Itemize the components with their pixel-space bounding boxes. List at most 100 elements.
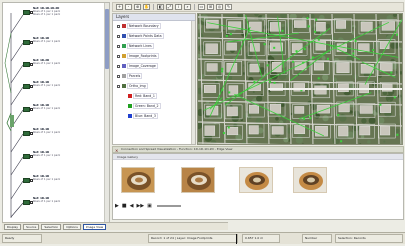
layer-label: Image_Coverage <box>127 63 158 69</box>
aerial-image <box>198 14 402 144</box>
layer-swatch-icon <box>128 94 132 98</box>
toolbar-button[interactable]: ✎ <box>225 4 232 10</box>
layer-swatch-icon <box>122 24 126 28</box>
legend-row[interactable]: Image_Footprints <box>113 51 195 61</box>
toolbar-button[interactable]: ◧ <box>157 4 164 10</box>
layer-visibility-checkbox[interactable] <box>117 54 120 58</box>
node-square-icon <box>30 155 33 158</box>
tree-node[interactable]: Net: 1D-1D Rows of 1 per 1 pack <box>23 197 101 223</box>
tree-scrollbar[interactable] <box>104 3 109 223</box>
node-square-icon <box>30 11 33 14</box>
toolbar-button[interactable]: ⌕ <box>184 4 191 10</box>
bottom-tab[interactable]: Options <box>63 223 81 230</box>
photo-thumbnail[interactable] <box>239 167 273 193</box>
layer-visibility-checkbox[interactable] <box>117 44 120 48</box>
network-tree-pane[interactable]: Net: 1D-1D-1D-2D Rows of 1 per 1 pack Rows… <box>2 2 110 224</box>
stop-icon[interactable]: ■ <box>122 203 127 209</box>
toolbar-button[interactable]: ⊞ <box>207 4 214 10</box>
legend-title: Layers <box>113 14 195 21</box>
layer-visibility-checkbox[interactable] <box>117 84 120 88</box>
legend-row[interactable]: Green: Band_2 <box>113 101 195 111</box>
layer-label: Ortho_img <box>127 83 148 89</box>
photo-image <box>182 168 214 192</box>
close-icon[interactable]: × <box>115 148 118 153</box>
node-square-icon <box>30 41 33 44</box>
status-number: Number <box>302 234 332 243</box>
visualization-tab[interactable]: × Connection and Spread Visualization - … <box>112 146 404 153</box>
legend-row[interactable]: Parcels <box>113 71 195 81</box>
photo-thumbnail[interactable] <box>121 167 155 193</box>
tree-node-subtext: Rows of 1 per 1 pack <box>33 200 61 204</box>
layer-legend-pane[interactable]: Layers Network Boundary Network Points Da… <box>112 13 196 145</box>
layer-swatch-icon <box>128 104 132 108</box>
layer-swatch-icon <box>122 34 126 38</box>
photo-image <box>294 168 326 192</box>
main-toolbar: + - ⊕ ✋ ◧ ⤢ i ⌕ ▭ ⊞ ◎ ✎ <box>112 2 404 12</box>
toolbar-separator <box>194 4 195 10</box>
tree-node[interactable]: Net: 1D-1D Rows of 1 per 1 pack <box>23 151 101 177</box>
tree-node[interactable]: Net: 1D-1D Rows of 1 per 1 pack <box>23 104 101 130</box>
legend-row[interactable]: Network Lines <box>113 41 195 51</box>
folder-icon[interactable]: ▣ <box>147 203 152 209</box>
bottom-tab[interactable]: Image View <box>82 223 107 230</box>
status-record-info: Record: 1 of 24 | Layer: Image Footprint… <box>148 234 238 243</box>
layer-visibility-checkbox[interactable] <box>117 24 120 28</box>
legend-row[interactable]: Image_Coverage <box>113 61 195 71</box>
layer-swatch-icon <box>128 114 132 118</box>
status-coordinates: 0.657 1.0 m <box>242 234 280 243</box>
bottom-tab[interactable]: Display <box>4 223 22 230</box>
tree-scroll-thumb[interactable] <box>104 9 109 69</box>
tree-node-subtext: Rows of 1 per 1 pack <box>33 84 61 88</box>
aerial-map-view[interactable] <box>197 13 403 145</box>
step-forward-icon[interactable]: ▶▶ <box>136 203 144 209</box>
tree-node-subtext: Rows of 1 per 1 pack <box>33 62 61 66</box>
toolbar-button[interactable]: ⊕ <box>134 4 141 10</box>
toolbar-button[interactable]: + <box>116 4 123 10</box>
node-chip-icon <box>23 107 30 112</box>
layer-label: Network Lines <box>127 43 154 49</box>
node-square-icon <box>30 85 33 88</box>
photo-image <box>122 168 154 192</box>
node-chip-icon <box>23 154 30 159</box>
legend-row[interactable]: Blue: Band_3 <box>113 111 195 121</box>
node-chip-icon <box>23 131 30 136</box>
layer-swatch-icon <box>122 44 126 48</box>
photo-thumbnail[interactable] <box>181 167 215 193</box>
toolbar-button[interactable]: ▭ <box>198 4 205 10</box>
legend-row[interactable]: Network Boundary <box>113 21 195 31</box>
layer-label: Parcels <box>127 73 143 79</box>
toolbar-button[interactable]: i <box>175 4 182 10</box>
tree-node-subtext: Rows of 1 per 1 pack <box>33 13 61 17</box>
layer-visibility-checkbox[interactable] <box>117 64 120 68</box>
legend-row[interactable]: Ortho_img <box>113 81 195 91</box>
tree-node[interactable]: Net: 1D-1D-1D-2D Rows of 1 per 1 pack Rows… <box>23 7 101 33</box>
bottom-tab-strip: Display Source Selection Options Image View <box>2 222 228 230</box>
legend-scrollbar[interactable] <box>191 21 195 144</box>
playback-slider[interactable] <box>156 205 181 207</box>
toolbar-separator <box>153 4 154 10</box>
layer-visibility-checkbox[interactable] <box>117 74 120 78</box>
image-gallery-pane: Image Gallery ▶ ■ ◀ ▶▶ ▣ <box>112 153 404 220</box>
visualization-tab-title: Connection and Spread Visualization - Fu… <box>121 147 233 151</box>
playback-controls: ▶ ■ ◀ ▶▶ ▣ <box>115 202 315 210</box>
node-square-icon <box>30 201 33 204</box>
toolbar-button[interactable]: - <box>125 4 132 10</box>
node-chip-icon <box>23 62 30 67</box>
toolbar-button[interactable]: ⤢ <box>166 4 173 10</box>
layer-label: Red: Band_1 <box>133 93 157 99</box>
legend-row[interactable]: Red: Band_1 <box>113 91 195 101</box>
tree-node-subtext: Rows of 1 per 1 pack <box>33 131 61 135</box>
legend-row[interactable]: Network Points Data <box>113 31 195 41</box>
node-chip-icon <box>23 84 30 89</box>
play-icon[interactable]: ▶ <box>115 203 119 209</box>
photo-thumbnail[interactable] <box>293 167 327 193</box>
tree-node-subtext: Rows of 1 per 1 pack <box>33 107 61 111</box>
node-chip-icon <box>23 10 30 15</box>
toolbar-button[interactable]: ◎ <box>216 4 223 10</box>
bottom-tab[interactable]: Selection <box>41 223 62 230</box>
node-chip-icon <box>23 40 30 45</box>
bottom-tab[interactable]: Source <box>23 223 40 230</box>
toolbar-button[interactable]: ✋ <box>143 4 150 10</box>
layer-visibility-checkbox[interactable] <box>117 34 120 38</box>
step-back-icon[interactable]: ◀ <box>130 203 134 209</box>
